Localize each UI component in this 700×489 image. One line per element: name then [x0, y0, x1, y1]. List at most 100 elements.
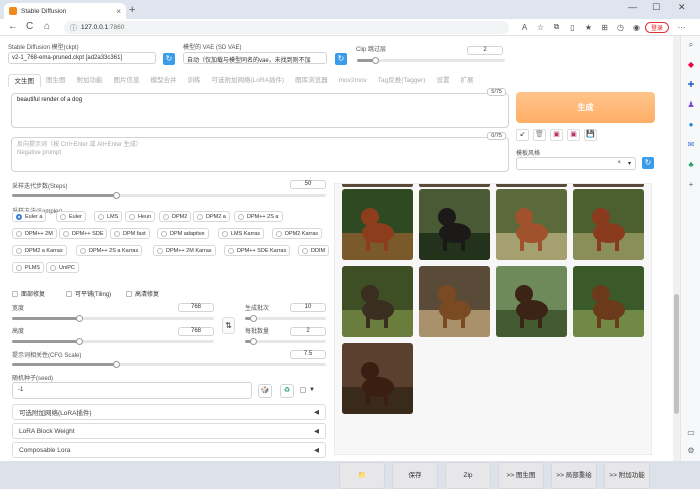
- outlook-icon[interactable]: ✉: [686, 140, 696, 150]
- cfg-slider[interactable]: [12, 360, 326, 368]
- sampler-radio[interactable]: Euler a: [12, 211, 47, 222]
- width-input[interactable]: 768: [178, 303, 214, 312]
- generate-button[interactable]: 生成: [516, 92, 655, 123]
- accordion-composable-lora[interactable]: Composable Lora ◀: [12, 442, 326, 458]
- apply-style-icon[interactable]: ▣: [567, 129, 580, 141]
- search-icon[interactable]: ⌕: [686, 40, 696, 50]
- open-folder-button[interactable]: 📁: [339, 462, 385, 489]
- sampler-radio[interactable]: DPM2 a Karras: [12, 245, 67, 256]
- hires-fix-checkbox[interactable]: 高清修复: [126, 289, 159, 298]
- tab-1[interactable]: 图生图: [41, 74, 72, 87]
- gallery-thumbnail-partial[interactable]: [496, 184, 567, 187]
- gallery-thumbnail[interactable]: [496, 266, 567, 337]
- gallery-thumbnail[interactable]: [573, 189, 644, 260]
- tab-11[interactable]: 扩展: [455, 74, 479, 87]
- sampler-radio[interactable]: DPM2 Karras: [272, 228, 323, 239]
- gallery-thumbnail[interactable]: [342, 189, 413, 260]
- styles-select[interactable]: × ▾: [516, 157, 636, 170]
- save-style-icon[interactable]: 💾: [584, 129, 597, 141]
- collections-icon[interactable]: ⊞: [599, 21, 610, 33]
- favorites-icon[interactable]: ★: [583, 21, 594, 33]
- read-params-icon[interactable]: ↙: [516, 129, 529, 141]
- width-knob[interactable]: [75, 314, 83, 322]
- tab-8[interactable]: mov2mov: [333, 74, 372, 87]
- steps-slider[interactable]: [12, 191, 326, 199]
- sampler-radio[interactable]: DDIM: [298, 245, 330, 256]
- gallery-thumbnail-partial[interactable]: [419, 184, 490, 187]
- tab-3[interactable]: 图片信息: [108, 74, 145, 87]
- tab-close-icon[interactable]: ×: [116, 7, 121, 16]
- sidebar-layout-icon[interactable]: ▭: [686, 428, 696, 438]
- tree-icon[interactable]: ♣: [686, 160, 696, 170]
- batch-size-slider[interactable]: [245, 337, 326, 345]
- gallery-thumbnail[interactable]: [419, 266, 490, 337]
- width-slider[interactable]: [12, 314, 214, 322]
- tab-5[interactable]: 训练: [182, 74, 206, 87]
- send-to-extras-button[interactable]: >> 附加功能: [604, 462, 650, 489]
- sampler-radio[interactable]: DPM++ SDE Karras: [224, 245, 291, 256]
- gallery-thumbnail-partial[interactable]: [342, 184, 413, 187]
- shopping-icon[interactable]: ◆: [686, 60, 696, 70]
- sampler-radio[interactable]: DPM++ 2S a Karras: [76, 245, 143, 256]
- sampler-radio[interactable]: DPM adaptive: [157, 228, 209, 239]
- model-refresh-icon[interactable]: ↻: [163, 53, 175, 65]
- url-field[interactable]: ⓘ 127.0.0.1:7860: [64, 21, 509, 34]
- sampler-radio[interactable]: DPM2 a: [193, 211, 230, 222]
- gallery-thumbnail[interactable]: [342, 266, 413, 337]
- gallery-thumbnail-partial[interactable]: [573, 184, 644, 187]
- cfg-input[interactable]: 7.5: [290, 350, 326, 359]
- zip-button[interactable]: Zip: [445, 462, 491, 489]
- tab-4[interactable]: 模型合并: [145, 74, 182, 87]
- clip-value-input[interactable]: 2: [467, 46, 503, 55]
- cfg-knob[interactable]: [112, 360, 120, 368]
- accordion-lora-block-weight[interactable]: LoRA Block Weight ◀: [12, 423, 326, 439]
- office-icon[interactable]: ●: [686, 120, 696, 130]
- tab-0[interactable]: 文生图: [8, 74, 41, 87]
- read-aloud-icon[interactable]: A: [519, 21, 530, 33]
- sampler-radio[interactable]: DPM++ SDE: [59, 228, 108, 239]
- styles-refresh-icon[interactable]: ↻: [642, 157, 654, 169]
- games-icon[interactable]: ♟: [686, 100, 696, 110]
- tab-6[interactable]: 可选附加网络(LoRA插件): [206, 74, 290, 87]
- profile-icon[interactable]: ◉: [631, 21, 642, 33]
- model-select[interactable]: v2-1_768-ema-pruned.ckpt [ad2a33c361]: [8, 52, 156, 64]
- batch-size-knob[interactable]: [250, 337, 258, 345]
- scrollbar-thumb[interactable]: [674, 294, 679, 414]
- height-input[interactable]: 768: [178, 327, 214, 336]
- swap-dimensions-icon[interactable]: ⇅: [222, 317, 235, 334]
- home-button[interactable]: ⌂: [44, 20, 50, 34]
- split-screen-icon[interactable]: ▯: [567, 21, 578, 33]
- steps-knob[interactable]: [112, 191, 120, 199]
- sidebar-settings-icon[interactable]: ⚙: [686, 446, 696, 456]
- tiling-checkbox[interactable]: 可平铺(Tiling): [66, 289, 111, 298]
- batch-size-input[interactable]: 2: [290, 327, 326, 336]
- sampler-radio[interactable]: UniPC: [46, 262, 79, 273]
- sampler-radio[interactable]: Euler: [56, 211, 86, 222]
- sidebar-add-icon[interactable]: +: [686, 180, 696, 190]
- random-seed-icon[interactable]: 🎲: [258, 384, 272, 398]
- tab-2[interactable]: 附加功能: [71, 74, 108, 87]
- height-knob[interactable]: [75, 337, 83, 345]
- sampler-radio[interactable]: DPM++ 2M: [12, 228, 57, 239]
- close-window-button[interactable]: ✕: [678, 2, 686, 13]
- sampler-radio[interactable]: DPM++ 2M Karras: [153, 245, 216, 256]
- sampler-radio[interactable]: PLMS: [12, 262, 44, 273]
- save-button[interactable]: 保存: [392, 462, 438, 489]
- seed-input[interactable]: -1: [12, 382, 252, 399]
- height-slider[interactable]: [12, 337, 214, 345]
- maximize-button[interactable]: ☐: [652, 2, 660, 13]
- accordion-lora[interactable]: 可选附加网络(LoRA插件) ◀: [12, 404, 326, 420]
- login-button[interactable]: 登录: [645, 22, 669, 33]
- page-scrollbar[interactable]: [673, 36, 680, 461]
- extra-networks-icon[interactable]: ▣: [550, 129, 563, 141]
- batch-count-slider[interactable]: [245, 314, 326, 322]
- extra-seed-checkbox[interactable]: ▼: [300, 387, 315, 393]
- sampler-radio[interactable]: DPM++ 2S a: [234, 211, 283, 222]
- send-to-img2img-button[interactable]: >> 图生图: [498, 462, 544, 489]
- negative-prompt-input[interactable]: 反向提示词（按 Ctrl+Enter 或 Alt+Enter 生成） Negat…: [11, 132, 509, 172]
- star-icon[interactable]: ☆: [535, 21, 546, 33]
- more-menu-icon[interactable]: ⋯: [676, 21, 687, 33]
- sampler-radio[interactable]: DPM2: [159, 211, 192, 222]
- extensions-icon[interactable]: ⧉: [551, 21, 562, 33]
- batch-count-knob[interactable]: [250, 314, 258, 322]
